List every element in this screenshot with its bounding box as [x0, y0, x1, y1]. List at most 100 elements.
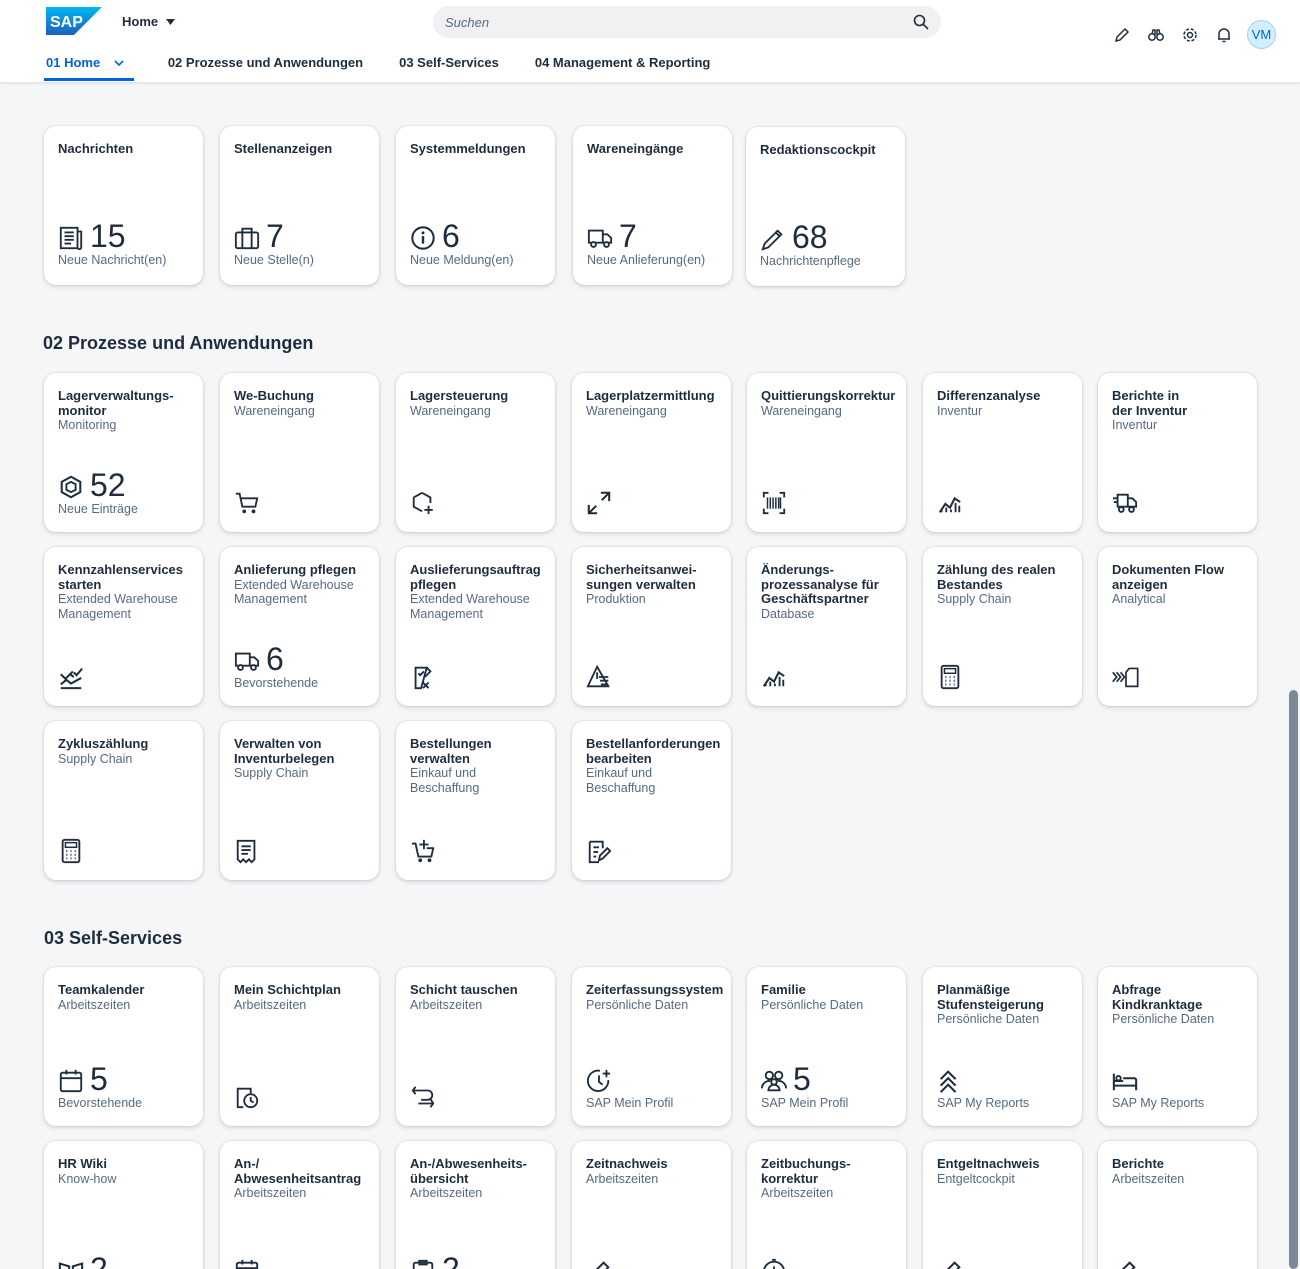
tile[interactable]: Lagersteuerung Wareneingang	[396, 373, 555, 532]
search-icon[interactable]	[913, 14, 929, 30]
tile[interactable]: Berichte Arbeitszeiten	[1098, 1141, 1257, 1269]
bell-icon[interactable]	[1213, 24, 1235, 46]
news-icon	[58, 224, 86, 252]
tile-title: Familie Persönliche Daten	[761, 982, 894, 1012]
tile[interactable]: Differenzanalyse Inventur	[923, 373, 1082, 532]
tab-self-services[interactable]: 03 Self-Services	[399, 48, 499, 82]
tile[interactable]: Dokumenten Flow anzeigen Analytical	[1098, 547, 1257, 706]
binoculars-icon[interactable]	[1145, 24, 1167, 46]
tile-title-text: Zeiterfassungssystem	[586, 982, 724, 997]
tile-footer: Neue Stelle(n)	[234, 253, 314, 267]
tile[interactable]: Quittierungskorrektur Wareneingang	[747, 373, 906, 532]
tile[interactable]: Sicherheitsanwei- sungen verwalten Produk…	[572, 547, 731, 706]
tile-title: Teamkalender Arbeitszeiten	[58, 982, 191, 1012]
tile[interactable]: Wareneingänge 7 Neue Anlieferung(en)	[573, 126, 732, 285]
line-chart-icon	[761, 663, 789, 691]
tile-title-text: Entgeltnachweis	[937, 1156, 1040, 1171]
tile-title-text: Stellenanzeigen	[234, 141, 333, 156]
tile-title: Lagersteuerung Wareneingang	[410, 388, 543, 418]
tile[interactable]: An-/ Abwesenheitsantrag Arbeitszeiten	[220, 1141, 379, 1269]
tile-footer: Neue Meldung(en)	[410, 253, 514, 267]
tile-subtitle: Arbeitszeiten	[1112, 1171, 1185, 1186]
edit-icon[interactable]	[1111, 24, 1133, 46]
tile[interactable]: We-Buchung Wareneingang	[220, 373, 379, 532]
tile-title-text: Familie	[761, 982, 806, 997]
tile[interactable]: Auslieferungsauftrag pflegen Extended War…	[396, 547, 555, 706]
avatar[interactable]: VM	[1247, 20, 1276, 49]
tile[interactable]: Zeitnachweis Arbeitszeiten	[572, 1141, 731, 1269]
tile[interactable]: Stellenanzeigen 7 Neue Stelle(n)	[220, 126, 379, 285]
tile[interactable]: Zählung des realen Bestandes Supply Chain	[923, 547, 1082, 706]
tile[interactable]: Kennzahlenservices starten Extended Wareh…	[44, 547, 203, 706]
tile-subtitle: Inventur	[1112, 418, 1158, 432]
sap-logo[interactable]: SAP	[46, 7, 102, 35]
gear-icon[interactable]	[1179, 24, 1201, 46]
tile[interactable]: Nachrichten 15 Neue Nachricht(en)	[44, 126, 203, 285]
tile-title: Berichte in der Inventur Inventur	[1112, 388, 1245, 433]
cart-icon	[234, 489, 262, 517]
tile[interactable]: Zeitbuchungs- korrektur Arbeitszeiten	[747, 1141, 906, 1269]
tile[interactable]: Mein Schichtplan Arbeitszeiten	[220, 967, 379, 1126]
tile[interactable]: Systemmeldungen 6 Neue Meldung(en)	[396, 126, 555, 285]
tile-title: Differenzanalyse Inventur	[937, 388, 1070, 418]
tile[interactable]: Schicht tauschen Arbeitszeiten	[396, 967, 555, 1126]
tile[interactable]: Verwalten von Inventurbelegen Supply Chai…	[220, 721, 379, 880]
tile[interactable]: Teamkalender Arbeitszeiten 5 Bevorstehende	[44, 967, 203, 1126]
tile-title-text: Berichte	[1112, 1156, 1165, 1171]
tile[interactable]: Anlieferung pflegen Extended Warehouse Ma…	[220, 547, 379, 706]
tile[interactable]: Redaktionscockpit 68 Nachrichtenpflege	[746, 127, 905, 286]
tile[interactable]: Familie Persönliche Daten 5 SAP Mein Profil	[747, 967, 906, 1126]
tab-home[interactable]: 01 Home	[44, 48, 134, 82]
tile[interactable]: Entgeltnachweis Entgeltcockpit	[923, 1141, 1082, 1269]
tile[interactable]: Änderungs- prozessanalyse für Geschäftsp…	[747, 547, 906, 706]
home-dropdown[interactable]: Home	[122, 14, 176, 29]
tile[interactable]: Lagerverwaltungs- monitor Monitoring 52 Neu…	[44, 373, 203, 532]
section-title-processes: 02 Prozesse und Anwendungen	[43, 333, 314, 353]
tile-title-text: Bestellungen verwalten	[410, 736, 492, 766]
search-field[interactable]	[433, 6, 941, 38]
search-input[interactable]	[445, 14, 913, 30]
tile-title: Zeitnachweis Arbeitszeiten	[586, 1156, 719, 1186]
tile[interactable]: Zykluszählung Supply Chain	[44, 721, 203, 880]
tile-subtitle: Monitoring	[58, 418, 117, 432]
tile-title-text: Zeitnachweis	[586, 1156, 668, 1171]
tile-kpi-value: 6	[442, 218, 460, 254]
tile[interactable]: An-/Abwesenheits- übersicht Arbeitszeiten…	[396, 1141, 555, 1269]
tile-subtitle: Know-how	[58, 1171, 117, 1186]
scrollbar[interactable]	[1289, 690, 1298, 1269]
tile-subtitle: Extended Warehouse Management	[58, 592, 178, 621]
tab-processes[interactable]: 02 Prozesse und Anwendungen	[168, 48, 363, 82]
swap-icon	[410, 1083, 438, 1111]
tile-footer: SAP Mein Profil	[761, 1096, 849, 1110]
book-icon	[58, 1257, 86, 1269]
tile-footer: SAP My Reports	[1112, 1096, 1205, 1110]
tile-title-text: Dokumenten Flow anzeigen	[1112, 562, 1224, 592]
tile-title-text: Schicht tauschen	[410, 982, 518, 997]
shell-actions: VM	[1111, 20, 1276, 49]
tile[interactable]: HR Wiki Know-how 2	[44, 1141, 203, 1269]
tile[interactable]: Bestellungen verwalten Einkauf und Bescha…	[396, 721, 555, 880]
tile-subtitle: Supply Chain	[58, 751, 133, 766]
tile-kpi-value: 15	[90, 218, 126, 254]
tile[interactable]: Lagerplatzermittlung Wareneingang	[572, 373, 731, 532]
barcode-icon	[761, 489, 789, 517]
tab-management[interactable]: 04 Management & Reporting	[535, 48, 711, 82]
tile-title: Quittierungskorrektur Wareneingang	[761, 388, 895, 418]
tile-title-text: Berichte in der Inventur	[1112, 388, 1188, 418]
tile-title-text: Abfrage Kindkranktage	[1112, 982, 1203, 1012]
tile[interactable]: Planmäßige Stufensteigerung Persönliche D…	[923, 967, 1082, 1126]
calculator-icon	[937, 663, 965, 691]
tile-title: Sicherheitsanwei- sungen verwalten Produk…	[586, 562, 719, 607]
tile-subtitle: Persönliche Daten	[937, 1012, 1040, 1026]
tile[interactable]: Berichte in der Inventur Inventur	[1098, 373, 1257, 532]
tile[interactable]: Bestellanforderungen bearbeiten Einkauf u…	[572, 721, 731, 880]
tile[interactable]: Zeiterfassungssystem Persönliche Daten SAP…	[572, 967, 731, 1126]
tile-title: Änderungs- prozessanalyse für Geschäftsp…	[761, 562, 894, 621]
tile-title-text: Sicherheitsanwei- sungen verwalten	[586, 562, 697, 592]
tile-subtitle: Persönliche Daten	[761, 997, 864, 1012]
tile-title-text: We-Buchung	[234, 388, 314, 403]
tile-title: An-/ Abwesenheitsantrag Arbeitszeiten	[234, 1156, 367, 1201]
tile-subtitle: Persönliche Daten	[1112, 1012, 1215, 1026]
tile[interactable]: Abfrage Kindkranktage Persönliche Daten SA…	[1098, 967, 1257, 1126]
chevron-down-icon	[114, 60, 124, 67]
